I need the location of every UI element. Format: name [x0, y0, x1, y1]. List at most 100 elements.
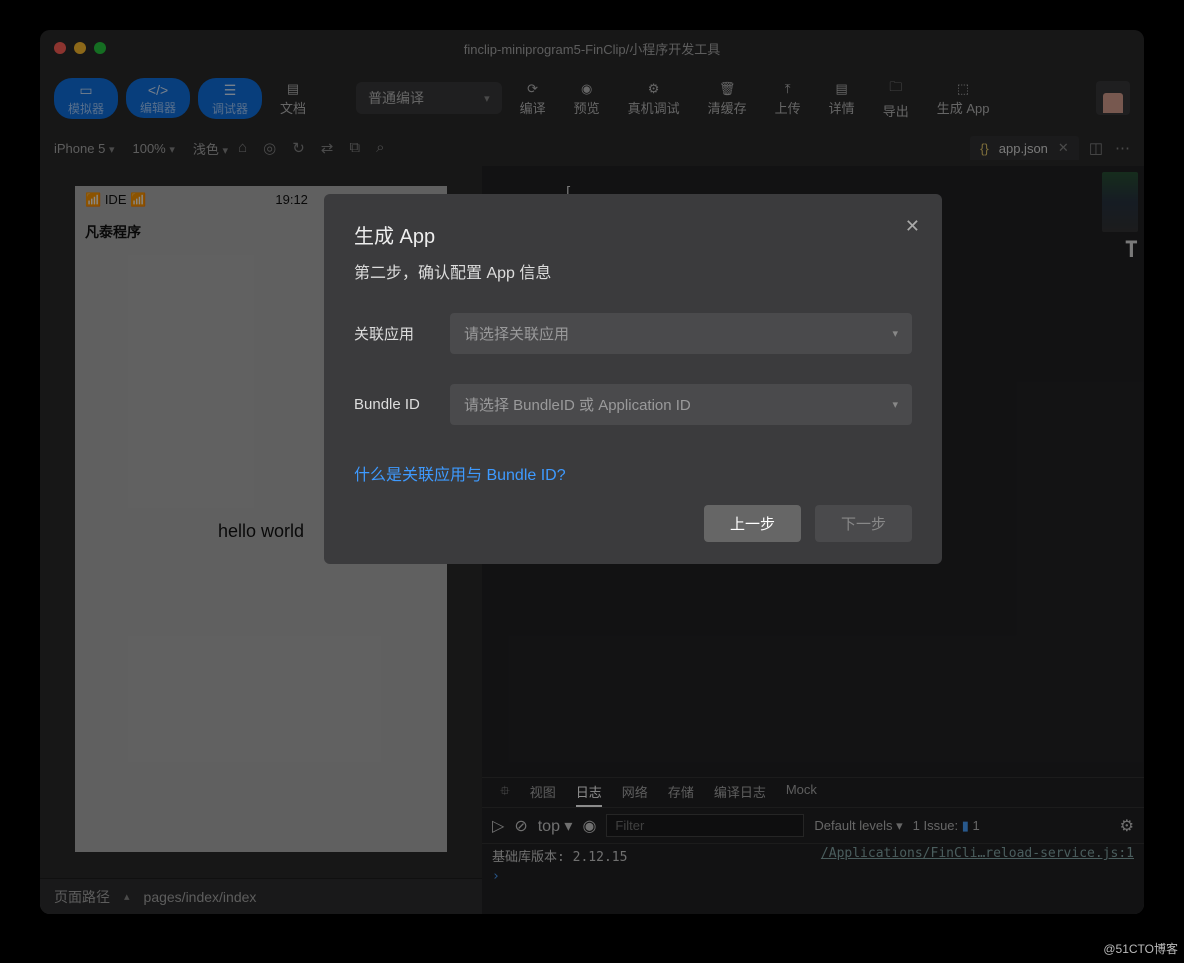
clear-icon[interactable]: ⊘ [514, 816, 527, 836]
compile-mode-select[interactable]: 普通编译 ▾ [356, 82, 502, 114]
split-icon[interactable]: ◫ [1089, 139, 1103, 157]
avatar[interactable] [1096, 81, 1130, 115]
help-link[interactable]: 什么是关联应用与 Bundle ID? [354, 461, 912, 485]
levels-select[interactable]: Default levels ▾ [814, 818, 902, 834]
debugger-label: 调试器 [212, 100, 248, 117]
zoom-label: 100% [132, 141, 165, 156]
tab-compilelog[interactable]: 编译日志 [714, 782, 766, 807]
bug-icon: ⚙ [648, 81, 660, 97]
code-icon: </> [148, 82, 168, 98]
chevron-down-icon: ▾ [223, 145, 229, 157]
tab-network[interactable]: 网络 [622, 782, 648, 807]
chevron-down-icon: ▾ [892, 398, 898, 411]
editor-label: 编辑器 [140, 99, 176, 116]
minimap[interactable] [1102, 172, 1138, 232]
play-icon[interactable]: ▷ [492, 816, 504, 836]
eye-icon: ◉ [581, 81, 592, 97]
window-title: finclip-miniprogram5-FinClip/小程序开发工具 [40, 39, 1144, 58]
tab-filename: app.json [999, 141, 1048, 156]
console-source-link[interactable]: /Applications/FinCli…reload-service.js:1 [821, 846, 1134, 865]
gear-icon[interactable]: ⚙ [1120, 816, 1134, 836]
devtools-controls: ▷ ⊘ top ▾ ◉ Default levels ▾ 1 Issue: ▮ … [482, 807, 1144, 844]
clearcache-button[interactable]: 🗑 清缓存 [698, 77, 757, 119]
compile-mode-label: 普通编译 [368, 88, 424, 108]
bundle-id-label: Bundle ID [354, 396, 426, 413]
details-label: 详情 [829, 98, 855, 117]
generate-app-modal: ✕ 生成 App 第二步，确认配置 App 信息 关联应用 请选择关联应用 ▾ … [324, 194, 942, 564]
compile-button[interactable]: ⟳ 编译 [510, 77, 556, 119]
compile-label: 编译 [520, 98, 546, 117]
trash-icon: 🗑 [719, 81, 736, 97]
tab-mock[interactable]: Mock [786, 782, 817, 807]
folder-icon: 🗀 [889, 78, 902, 100]
bundle-id-select[interactable]: 请选择 BundleID 或 Application ID ▾ [450, 384, 912, 425]
editor-tab[interactable]: {} app.json ✕ [970, 136, 1079, 160]
doc-icon: ▤ [287, 81, 299, 97]
generate-app-label: 生成 App [937, 98, 990, 117]
clearcache-label: 清缓存 [708, 98, 747, 117]
close-icon[interactable]: ✕ [1058, 140, 1069, 156]
device-select[interactable]: iPhone 5 ▾ [54, 141, 114, 156]
home-icon[interactable]: ⌂ [238, 139, 247, 157]
more-icon[interactable]: ⋯ [1115, 139, 1130, 157]
theme-select[interactable]: 浅色 ▾ [193, 139, 228, 158]
console-prompt[interactable]: › [492, 865, 1134, 884]
assoc-app-select[interactable]: 请选择关联应用 ▾ [450, 313, 912, 354]
chevron-down-icon: ▾ [169, 144, 175, 156]
realdevice-button[interactable]: ⚙ 真机调试 [618, 77, 690, 119]
preview-label: 预览 [574, 98, 600, 117]
next-step-button[interactable]: 下一步 [815, 505, 912, 542]
console-message: 基础库版本: 2.12.15 [492, 846, 627, 865]
sim-app-title: 凡泰程序 [85, 222, 141, 242]
swap-icon[interactable]: ⇄ [321, 139, 334, 157]
export-button[interactable]: 🗀 导出 [873, 74, 919, 122]
path-value[interactable]: pages/index/index [144, 889, 257, 905]
generate-app-button[interactable]: ⬚ 生成 App [927, 77, 1000, 119]
upload-label: 上传 [775, 98, 801, 117]
simulator-button[interactable]: ▭ 模拟器 [54, 78, 118, 119]
theme-label: 浅色 [193, 142, 219, 157]
path-label: 页面路径 [54, 887, 110, 907]
preview-button[interactable]: ◉ 预览 [564, 77, 610, 119]
console[interactable]: 基础库版本: 2.12.15 /Applications/FinCli…relo… [482, 844, 1144, 914]
sim-signal: 📶 IDE 📶 [85, 192, 146, 208]
modal-subtitle: 第二步，确认配置 App 信息 [354, 259, 912, 283]
zoom-select[interactable]: 100% ▾ [132, 141, 174, 156]
titlebar: finclip-miniprogram5-FinClip/小程序开发工具 [40, 30, 1144, 66]
watermark: @51CTO博客 [1103, 940, 1178, 957]
rotate-icon[interactable]: ↻ [292, 139, 305, 157]
realdevice-label: 真机调试 [628, 98, 680, 117]
sim-time: 19:12 [275, 192, 308, 208]
page-path-bar: 页面路径 ▴ pages/index/index [40, 878, 482, 914]
tab-log[interactable]: 日志 [576, 782, 602, 807]
chevron-down-icon: ▾ [109, 144, 115, 156]
filter-input[interactable] [606, 814, 804, 837]
assoc-app-label: 关联应用 [354, 323, 426, 344]
upload-icon: ⤒ [785, 81, 791, 97]
type-mark-icon: T [1125, 238, 1138, 263]
tab-view[interactable]: 视图 [530, 782, 556, 807]
docs-button[interactable]: ▤ 文档 [270, 77, 316, 119]
issues-badge[interactable]: 1 Issue: ▮ 1 [913, 818, 980, 834]
chevron-up-icon[interactable]: ▴ [124, 890, 130, 903]
braces-icon: {} [980, 141, 989, 156]
search-icon[interactable]: ⌕ [376, 139, 384, 157]
debugger-button[interactable]: ☰ 调试器 [198, 78, 262, 119]
inspect-icon[interactable]: ⯐ [500, 782, 510, 807]
upload-button[interactable]: ⤒ 上传 [765, 77, 811, 119]
context-select[interactable]: top ▾ [538, 816, 573, 836]
prev-step-button[interactable]: 上一步 [704, 505, 801, 542]
eye-icon[interactable]: ◉ [582, 816, 596, 836]
editor-button[interactable]: </> 编辑器 [126, 78, 190, 118]
copy-icon[interactable]: ⧉ [349, 139, 360, 157]
close-icon[interactable]: ✕ [905, 216, 920, 237]
location-icon[interactable]: ◎ [263, 139, 276, 157]
tab-storage[interactable]: 存储 [668, 782, 694, 807]
refresh-icon: ⟳ [527, 81, 538, 97]
device-label: iPhone 5 [54, 141, 105, 156]
bundle-id-placeholder: 请选择 BundleID 或 Application ID [464, 394, 691, 415]
details-button[interactable]: ▤ 详情 [819, 77, 865, 119]
simulator-label: 模拟器 [68, 100, 104, 117]
phone-icon: ▭ [79, 82, 92, 99]
chevron-down-icon: ▾ [892, 327, 898, 340]
